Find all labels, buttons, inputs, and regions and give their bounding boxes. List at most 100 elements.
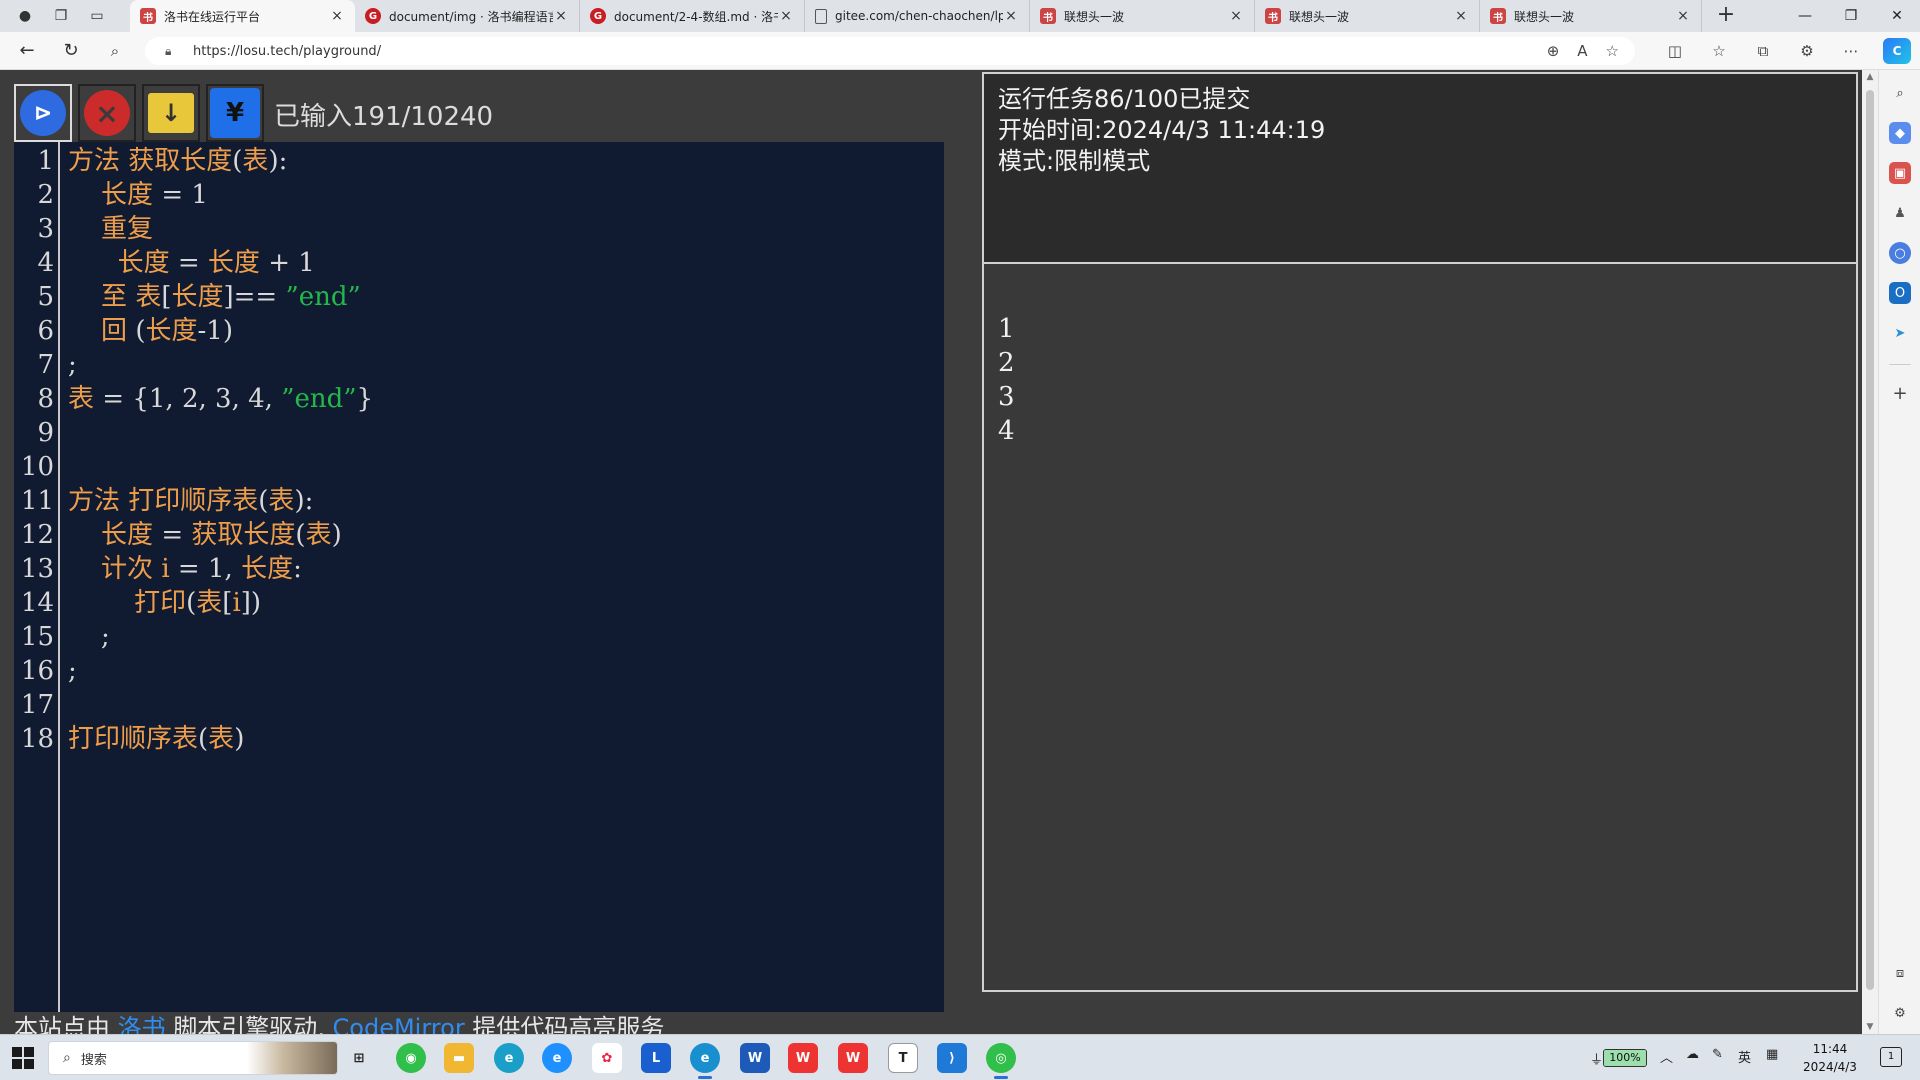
read-aloud-icon[interactable]: A: [1577, 42, 1587, 60]
luoshu-link[interactable]: 洛书: [118, 1014, 166, 1034]
mode-button[interactable]: ¥: [206, 84, 264, 142]
collections-icon[interactable]: ⧉: [1750, 38, 1776, 64]
code-line[interactable]: 长度 = 长度 + 1: [68, 246, 315, 280]
code-line[interactable]: 长度 = 1: [68, 178, 208, 212]
download-button[interactable]: ↓: [142, 84, 200, 142]
settings-gear-icon[interactable]: ⚙: [1889, 1002, 1911, 1024]
close-icon[interactable]: ×: [1228, 8, 1244, 24]
tab-gitee-array-doc[interactable]: G document/2-4-数组.md · 洛书 ×: [580, 0, 805, 32]
typora-icon[interactable]: T: [888, 1043, 918, 1073]
code-line[interactable]: 方法 打印顺序表(表):: [68, 484, 313, 518]
wps-writer-icon[interactable]: W: [838, 1043, 868, 1073]
task-view-icon[interactable]: ⊞: [344, 1043, 374, 1073]
colorful-app-icon[interactable]: ✿: [592, 1043, 622, 1073]
file-explorer-icon[interactable]: ▬: [444, 1043, 474, 1073]
run-button[interactable]: ⊳: [14, 84, 72, 142]
search-icon[interactable]: ⌕: [102, 39, 128, 63]
tab-luoshu-playground[interactable]: 书 洛书在线运行平台 ×: [130, 0, 355, 32]
lenovo-app-icon[interactable]: L: [641, 1043, 671, 1073]
system-clock[interactable]: 11:44 2024/4/3: [1790, 1040, 1870, 1076]
close-icon[interactable]: ×: [778, 8, 794, 24]
tab-lianxiang-1[interactable]: 书 联想头一波 ×: [1030, 0, 1255, 32]
code-line[interactable]: ;: [68, 348, 77, 382]
code-line[interactable]: 计次 i = 1, 长度:: [68, 552, 302, 586]
split-screen-icon[interactable]: ◫: [1662, 38, 1688, 64]
add-icon[interactable]: +: [1889, 382, 1911, 404]
new-tab-button[interactable]: +: [1712, 3, 1740, 29]
tab-gitee-document-img[interactable]: G document/img · 洛书编程语言 ×: [355, 0, 580, 32]
code-line[interactable]: 长度 = 获取长度(表): [68, 518, 342, 552]
favorite-star-icon[interactable]: ☆: [1606, 42, 1619, 60]
stop-button[interactable]: ×: [78, 84, 136, 142]
code-token: (: [295, 520, 306, 550]
keyboard-grid-icon[interactable]: ▦: [1766, 1047, 1778, 1062]
outlook-icon[interactable]: O: [1889, 282, 1911, 304]
tab-lianxiang-3[interactable]: 书 联想头一波 ×: [1480, 0, 1702, 32]
network-icon[interactable]: ☁: [1686, 1047, 1699, 1062]
word-icon[interactable]: W: [740, 1043, 770, 1073]
lock-icon[interactable]: 🔒︎: [165, 44, 179, 59]
close-icon[interactable]: ×: [329, 8, 345, 24]
pen-icon[interactable]: ✎: [1712, 1047, 1723, 1062]
edge-active-icon[interactable]: e: [690, 1043, 720, 1079]
edge-icon[interactable]: e: [494, 1043, 524, 1073]
notification-center-icon[interactable]: 1: [1880, 1047, 1902, 1067]
codemirror-link[interactable]: CodeMirror: [333, 1014, 465, 1034]
close-icon[interactable]: ×: [1453, 8, 1469, 24]
tab-lianxiang-2[interactable]: 书 联想头一波 ×: [1255, 0, 1480, 32]
code-line[interactable]: 打印顺序表(表): [68, 722, 244, 756]
code-line[interactable]: ;: [68, 620, 110, 654]
code-line[interactable]: 回 (长度-1): [68, 314, 233, 348]
refresh-icon[interactable]: ↻: [58, 39, 84, 63]
minimize-button[interactable]: —: [1782, 0, 1828, 32]
shopping-tag-icon[interactable]: ◆: [1889, 122, 1911, 144]
games-icon[interactable]: ♟: [1889, 202, 1911, 224]
scroll-down-icon[interactable]: ▼: [1862, 1022, 1878, 1032]
profile-icon[interactable]: ●: [10, 4, 40, 28]
tab-gitee-lpk[interactable]: gitee.com/chen-chaochen/lpk ×: [805, 0, 1030, 32]
close-icon[interactable]: ×: [1003, 8, 1019, 24]
browser-icon[interactable]: e: [542, 1043, 572, 1073]
more-menu-icon[interactable]: ⋯: [1838, 38, 1864, 64]
close-icon[interactable]: ×: [1675, 8, 1691, 24]
windows-start-button[interactable]: [12, 1047, 34, 1069]
output-line: 2: [998, 348, 1015, 378]
extensions-icon[interactable]: ⚙: [1794, 38, 1820, 64]
chevron-up-icon[interactable]: ︿: [1660, 1047, 1673, 1066]
workspaces-icon[interactable]: ❐: [46, 4, 76, 28]
taskbar-search[interactable]: ⌕ 搜索: [48, 1041, 338, 1075]
code-line[interactable]: 表 = {1, 2, 3, 4, ”end”}: [68, 382, 373, 416]
tools-icon[interactable]: ▣: [1889, 162, 1911, 184]
restore-button[interactable]: ❐: [1828, 0, 1874, 32]
vertical-tabs-icon[interactable]: ▭: [82, 4, 112, 28]
code-line[interactable]: ;: [68, 654, 77, 688]
microsoft-365-icon[interactable]: ○: [1889, 242, 1911, 264]
close-window-button[interactable]: ✕: [1874, 0, 1920, 32]
code-line[interactable]: 打印(表[i]): [68, 586, 261, 620]
url-text[interactable]: https://losu.tech/playground/: [193, 44, 381, 59]
wps-icon[interactable]: W: [788, 1043, 818, 1073]
screenshot-icon[interactable]: ⧈: [1889, 962, 1911, 984]
power-plug-icon[interactable]: ⏚: [1590, 1049, 1603, 1068]
code-line[interactable]: 重复: [68, 212, 153, 246]
code-line[interactable]: 方法 获取长度(表):: [68, 144, 287, 178]
zoom-icon[interactable]: ⊕: [1547, 42, 1560, 60]
scrollbar-thumb[interactable]: [1866, 90, 1874, 990]
favorites-icon[interactable]: ☆: [1706, 38, 1732, 64]
back-arrow-icon[interactable]: ←: [14, 39, 40, 63]
wechat-mini-icon[interactable]: ◉: [396, 1043, 426, 1073]
search-highlight-image: [247, 1042, 337, 1074]
search-icon[interactable]: ⌕: [1889, 82, 1911, 104]
scroll-up-icon[interactable]: ▲: [1862, 72, 1878, 82]
battery-indicator[interactable]: 100%: [1603, 1049, 1647, 1067]
address-bar[interactable]: 🔒︎ https://losu.tech/playground/ ⊕ A ☆: [145, 37, 1635, 65]
ime-language[interactable]: 英: [1738, 1047, 1751, 1066]
send-icon[interactable]: ➤: [1889, 322, 1911, 344]
page-scrollbar[interactable]: ▲ ▼: [1862, 70, 1878, 1034]
code-editor[interactable]: 1 2 3 4 5 6 7 8 9 10 11 12 13 14 15 16 17 18 方法 获取长度(表): …: [14, 142, 944, 1012]
code-line[interactable]: 至 表[长度]== ”end”: [68, 280, 361, 314]
close-icon[interactable]: ×: [553, 8, 569, 24]
copilot-icon[interactable]: C: [1883, 38, 1911, 64]
wechat-icon[interactable]: ◎: [986, 1043, 1016, 1079]
vscode-icon[interactable]: ⟩: [937, 1043, 967, 1073]
